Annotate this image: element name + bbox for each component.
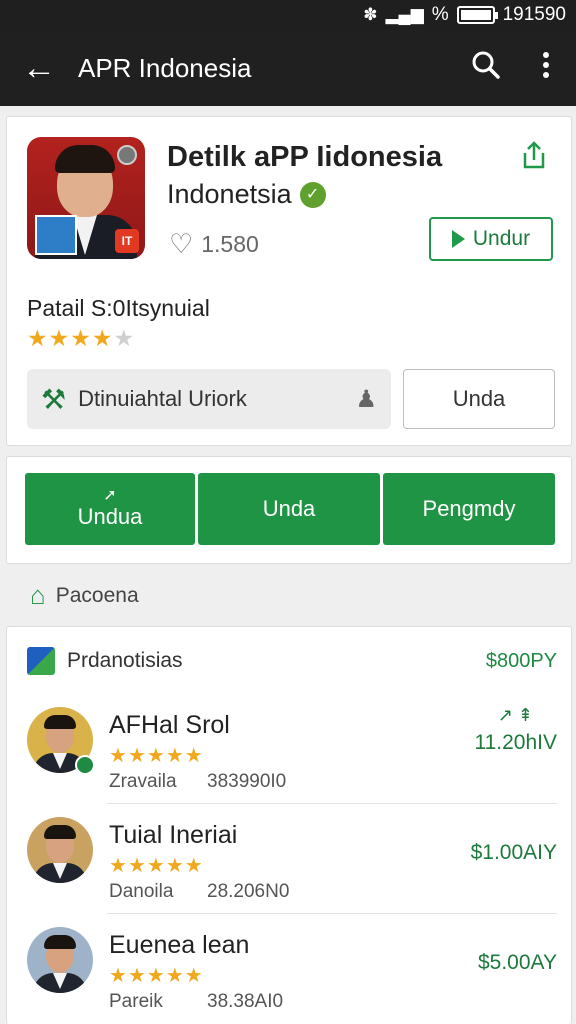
action-card: ➚ Undua Unda Pengmdy — [6, 456, 572, 564]
heart-icon: ♡ — [169, 229, 194, 259]
list-item[interactable]: Euenea lean ★★★★★ Pareik 38.38AI0 $5.00A… — [27, 921, 557, 1024]
item-meta-b: 28.206N0 — [207, 881, 290, 902]
home-icon: ⌂ — [30, 580, 46, 610]
item-name: Euenea lean — [109, 931, 250, 959]
item-rating: ★★★★★ — [109, 853, 204, 878]
app-logo-icon — [35, 215, 77, 255]
list-item[interactable]: AFHal Srol ★★★★★ Zravaila 383990I0 ↗ ⇞ 1… — [27, 701, 557, 809]
play-icon — [451, 230, 465, 248]
star-filled-icon: ★ — [109, 965, 128, 987]
item-name: Tuial Ineriai — [109, 821, 238, 849]
install-label: Undur — [472, 227, 531, 250]
search-box-label: Dtinuiahtal Uriork — [78, 386, 247, 411]
section-title: Pacoena — [55, 583, 139, 607]
star-filled-icon: ★ — [109, 745, 128, 767]
item-price: 11.20hIV — [474, 731, 557, 754]
wifi-icon: ✽ — [363, 5, 378, 24]
star-filled-icon: ★ — [165, 965, 185, 987]
app-icon: IT — [27, 137, 145, 259]
item-meta-a: Danoila — [109, 881, 174, 902]
star-filled-icon: ★ — [127, 965, 147, 987]
install-button[interactable]: Undur — [429, 217, 553, 261]
star-filled-icon: ★ — [146, 965, 166, 987]
developer-label: Indonetsia — [167, 179, 292, 209]
list-header: Prdanotisias $800PY — [27, 647, 557, 675]
star-filled-icon: ★ — [27, 325, 49, 351]
star-filled-icon: ★ — [70, 325, 92, 351]
divider — [107, 913, 557, 914]
page-title: APR Indonesia — [78, 52, 252, 83]
star-filled-icon: ★ — [48, 325, 71, 351]
app-bar: ← APR Indonesia — [0, 30, 576, 106]
battery-percent: % — [431, 4, 449, 25]
battery-icon — [456, 6, 498, 24]
category-flag-icon — [27, 647, 55, 675]
verified-icon: ✓ — [299, 181, 326, 208]
list-header-price: $800PY — [485, 649, 557, 672]
star-filled-icon: ★ — [165, 745, 185, 767]
signal-icon: ▂▄▆ — [385, 5, 424, 24]
likes-value: 1.580 — [201, 231, 259, 257]
list-card: Prdanotisias $800PY AFHal Srol ★★★★★ Zra… — [6, 626, 572, 1024]
app-name: Detilk aPP Iidonesia — [167, 141, 443, 173]
arrow-icon: ➚ — [103, 487, 117, 504]
star-filled-icon: ★ — [109, 855, 128, 877]
search-icon[interactable] — [456, 50, 516, 87]
star-empty-icon: ★ — [113, 325, 135, 351]
item-rating: ★★★★★ — [109, 743, 204, 768]
action-button-unda[interactable]: Unda — [198, 473, 380, 545]
star-filled-icon: ★ — [91, 325, 114, 351]
action-bar: ➚ Undua Unda Pengmdy — [25, 473, 555, 545]
app-subtitle: Patail S:0Itsynuial — [27, 295, 210, 321]
star-filled-icon: ★ — [127, 855, 147, 877]
badge-icon — [117, 145, 137, 165]
trend-icon: ↗ ⇞ — [497, 705, 533, 725]
star-filled-icon: ★ — [146, 745, 166, 767]
back-arrow-icon[interactable]: ← — [0, 49, 78, 88]
item-price: $1.00AIY — [470, 841, 557, 864]
action-label: Undua — [77, 504, 143, 529]
divider — [107, 803, 557, 804]
item-meta-b: 383990I0 — [207, 771, 287, 792]
side-button[interactable]: Unda — [403, 369, 555, 429]
person-icon: ♟ — [355, 385, 377, 413]
star-filled-icon: ★ — [165, 855, 185, 877]
action-button-pengmdy[interactable]: Pengmdy — [383, 473, 555, 545]
item-name: AFHal Srol — [109, 711, 230, 739]
star-filled-icon: ★ — [184, 745, 204, 767]
section-header: ⌂ Pacoena — [30, 580, 139, 611]
status-bar: ✽ ▂▄▆ % 191590 — [0, 0, 576, 30]
category-search-box[interactable]: ⚒ Dtinuiahtal Uriork ♟ — [27, 369, 391, 429]
developer-name[interactable]: Indonetsia ✓ — [167, 179, 326, 210]
star-filled-icon: ★ — [127, 745, 147, 767]
app-rating: ★★★★★ — [27, 325, 134, 352]
item-meta-b: 38.38AI0 — [207, 991, 284, 1012]
more-vert-icon[interactable] — [516, 50, 576, 87]
star-filled-icon: ★ — [184, 965, 204, 987]
avatar — [27, 927, 93, 993]
tools-icon: ⚒ — [41, 383, 67, 415]
star-filled-icon: ★ — [184, 855, 204, 877]
likes-count[interactable]: ♡ 1.580 — [169, 229, 259, 260]
item-meta-a: Zravaila — [109, 771, 177, 792]
brand-badge-icon: IT — [115, 229, 139, 253]
item-price: $5.00AY — [477, 951, 557, 974]
list-item[interactable]: Tuial Ineriai ★★★★★ Danoila 28.206N0 $1.… — [27, 811, 557, 919]
online-badge-icon — [75, 755, 95, 775]
share-icon[interactable] — [517, 139, 551, 173]
action-button-download[interactable]: ➚ Undua — [25, 473, 195, 545]
avatar — [27, 817, 93, 883]
item-rating: ★★★★★ — [109, 963, 204, 988]
list-header-label: Prdanotisias — [67, 649, 183, 672]
item-meta-a: Pareik — [109, 991, 163, 1012]
star-filled-icon: ★ — [146, 855, 166, 877]
status-time: 191590 — [502, 4, 566, 25]
app-info-card: IT Detilk aPP Iidonesia Indonetsia ✓ ♡ 1… — [6, 116, 572, 446]
